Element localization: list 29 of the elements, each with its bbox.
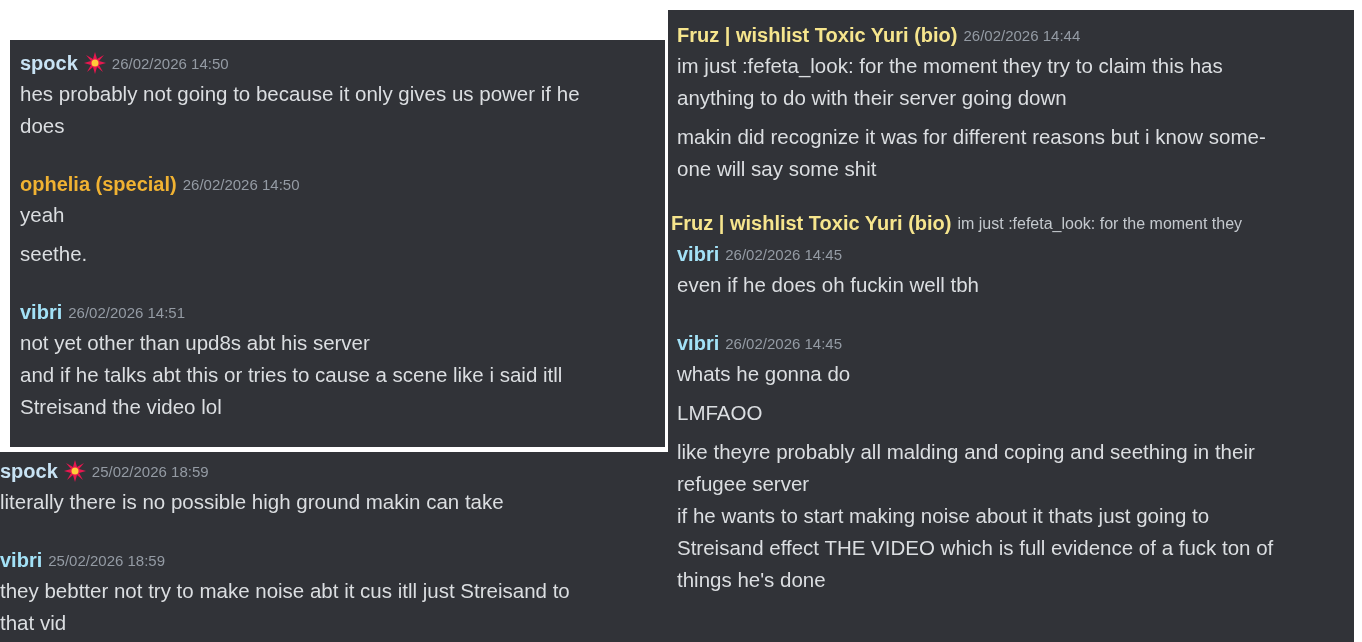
message-text: yeah bbox=[20, 202, 66, 228]
username[interactable]: vibri bbox=[20, 300, 63, 324]
message-text: they bebtter not try to make noise abt it cus itll just Streisand to that vid bbox=[0, 578, 571, 636]
message-text: makin did recognize it was for different reasons but i know some- one will say some shit bbox=[677, 124, 1267, 182]
timestamp: 26/02/2026 14:51 bbox=[68, 303, 186, 321]
username[interactable]: spock bbox=[0, 459, 58, 483]
message-text: seethe. bbox=[20, 241, 89, 267]
timestamp: 25/02/2026 18:59 bbox=[48, 551, 166, 569]
timestamp: 26/02/2026 14:45 bbox=[725, 245, 843, 263]
username[interactable]: spock bbox=[20, 51, 78, 75]
timestamp: 26/02/2026 14:50 bbox=[111, 54, 229, 72]
timestamp: 26/02/2026 14:50 bbox=[182, 175, 300, 193]
timestamp: 25/02/2026 18:59 bbox=[91, 462, 209, 480]
timestamp: 26/02/2026 14:44 bbox=[963, 26, 1081, 44]
username[interactable]: vibri bbox=[677, 242, 720, 266]
username[interactable]: vibri bbox=[0, 548, 43, 572]
message-text: hes probably not going to because it only gives us power if he does bbox=[20, 81, 581, 139]
reply-preview[interactable]: im just :fefeta_look: for the moment they bbox=[957, 214, 1243, 233]
timestamp: 26/02/2026 14:45 bbox=[725, 334, 843, 352]
username[interactable]: Fruz | wishlist Toxic Yuri (bio) bbox=[677, 23, 958, 47]
message-text: whats he gonna do bbox=[677, 361, 852, 387]
message-text: even if he does oh fuckin well tbh bbox=[677, 272, 980, 298]
message-text: like theyre probably all malding and coping and seething in their refugee server if he wants to start making noise about it thats just going to Streisand effect THE VIDEO which is full evidence of a fuck ton of things he's done bbox=[677, 439, 1275, 593]
username[interactable]: ophelia (special) bbox=[20, 172, 177, 196]
username[interactable]: vibri bbox=[677, 331, 720, 355]
reply-username[interactable]: Fruz | wishlist Toxic Yuri (bio) bbox=[671, 212, 952, 235]
message-text: literally there is no possible high ground makin can take bbox=[0, 489, 505, 515]
message-text: not yet other than upd8s abt his server and if he talks abt this or tries to cause a scene like i said itll Streisand the video lol bbox=[20, 330, 564, 420]
message-text: LMFAOO bbox=[677, 400, 764, 426]
